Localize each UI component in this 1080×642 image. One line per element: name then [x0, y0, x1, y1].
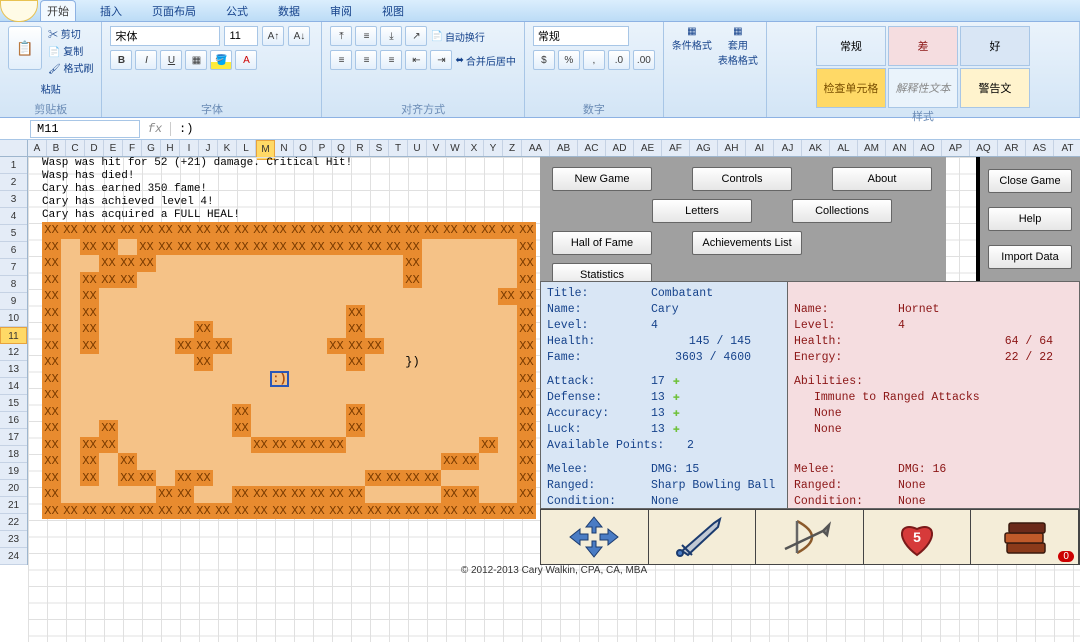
accuracy-plus-icon[interactable]: ✚: [665, 406, 680, 422]
copy-button[interactable]: 📄 复制: [48, 43, 93, 58]
tab-插入[interactable]: 插入: [94, 1, 128, 21]
italic-button[interactable]: I: [135, 50, 157, 70]
hall-of-fame-button[interactable]: Hall of Fame: [552, 231, 652, 255]
group-label: 对齐方式: [401, 101, 445, 115]
group-label: 样式: [912, 108, 934, 122]
fill-color-button[interactable]: 🪣: [210, 50, 232, 70]
style-bad[interactable]: 差: [888, 26, 958, 66]
formula-bar: M11 fx :): [0, 118, 1080, 140]
column-headers[interactable]: ABCDEFGHIJKLMNOPQRSTUVWXYZAAABACADAEAFAG…: [28, 140, 1080, 157]
decimal-inc-button[interactable]: .0: [608, 50, 630, 70]
books-icon[interactable]: 0: [971, 510, 1079, 564]
paste-label: 粘贴: [41, 81, 61, 96]
luck-plus-icon[interactable]: ✚: [665, 422, 680, 438]
align-left-button[interactable]: ≡: [330, 50, 352, 70]
help-button[interactable]: Help: [988, 207, 1072, 231]
books-badge: 0: [1058, 551, 1074, 562]
group-label: 字体: [201, 101, 223, 115]
style-good[interactable]: 好: [960, 26, 1030, 66]
enemy-stats-panel: Name:Hornet Level:4 Health:64 / 64 Energ…: [788, 281, 1080, 509]
align-middle-button[interactable]: ≡: [355, 26, 377, 46]
tab-页面布局[interactable]: 页面布局: [146, 1, 202, 21]
cond-format-button[interactable]: ▦条件格式: [672, 26, 712, 52]
select-all-corner[interactable]: [0, 140, 28, 157]
action-icons-row: 5 0: [540, 509, 1080, 565]
style-normal[interactable]: 常规: [816, 26, 886, 66]
merge-center-button[interactable]: ⬌合并后居中: [455, 50, 515, 70]
close-game-button[interactable]: Close Game: [988, 169, 1072, 193]
bow-icon[interactable]: [756, 510, 864, 564]
font-size-select[interactable]: [224, 26, 258, 46]
group-label: 剪贴板: [34, 101, 67, 115]
underline-button[interactable]: U: [160, 50, 182, 70]
indent-inc-button[interactable]: ⇥: [430, 50, 452, 70]
indent-dec-button[interactable]: ⇤: [405, 50, 427, 70]
tab-数据[interactable]: 数据: [272, 1, 306, 21]
align-bottom-button[interactable]: ⤓: [380, 26, 402, 46]
ribbon: 📋 ✂ 剪切 📄 复制 🖌 格式刷 粘贴 剪贴板 A↑ A↓ B I U ▦ �: [0, 22, 1080, 118]
wrap-text-button[interactable]: 📄自动换行: [430, 26, 484, 46]
name-box[interactable]: M11: [30, 120, 140, 138]
ribbon-tabs: 开始插入页面布局公式数据审阅视图: [0, 0, 1080, 22]
row-headers[interactable]: 123456789101112131415161718192021222324: [0, 157, 28, 565]
comma-button[interactable]: ,: [583, 50, 605, 70]
font-name-select[interactable]: [110, 26, 220, 46]
collections-button[interactable]: Collections: [792, 199, 892, 223]
grow-font-button[interactable]: A↑: [262, 26, 284, 46]
letters-button[interactable]: Letters: [652, 199, 752, 223]
player-stats-panel: Title:Combatant Name:Cary Level:4 Health…: [540, 281, 788, 509]
font-color-button[interactable]: A: [235, 50, 257, 70]
import-data-button[interactable]: Import Data: [988, 245, 1072, 269]
paste-button[interactable]: 📋: [8, 26, 42, 70]
percent-button[interactable]: %: [558, 50, 580, 70]
about-button[interactable]: About: [832, 167, 932, 191]
copyright-text: © 2012-2013 Cary Walkin, CPA, CA, MBA: [28, 565, 1080, 576]
group-label: 数字: [583, 101, 605, 115]
fx-icon[interactable]: fx: [140, 122, 170, 136]
sword-icon[interactable]: [649, 510, 757, 564]
align-center-button[interactable]: ≡: [355, 50, 377, 70]
format-table-button[interactable]: ▦套用 表格格式: [718, 26, 758, 67]
tab-视图[interactable]: 视图: [376, 1, 410, 21]
tab-审阅[interactable]: 审阅: [324, 1, 358, 21]
border-button[interactable]: ▦: [185, 50, 207, 70]
style-check[interactable]: 检查单元格: [816, 68, 886, 108]
decimal-dec-button[interactable]: .00: [633, 50, 655, 70]
format-painter-button[interactable]: 🖌 格式刷: [48, 60, 93, 75]
game-maze[interactable]: XXXXXXXXXXXXXXXXXXXXXXXXXXXXXXXXXXXXXXXX…: [42, 222, 538, 519]
tab-开始[interactable]: 开始: [40, 0, 76, 21]
orientation-button[interactable]: ↗: [405, 26, 427, 46]
align-right-button[interactable]: ≡: [380, 50, 402, 70]
attack-plus-icon[interactable]: ✚: [665, 374, 680, 390]
heart-count-text: 5: [913, 529, 921, 545]
style-explain[interactable]: 解释性文本: [888, 68, 958, 108]
cut-button[interactable]: ✂ 剪切: [48, 26, 93, 41]
align-top-button[interactable]: ⤒: [330, 26, 352, 46]
currency-button[interactable]: $: [533, 50, 555, 70]
new-game-button[interactable]: New Game: [552, 167, 652, 191]
tab-公式[interactable]: 公式: [220, 1, 254, 21]
player-cell[interactable]: :): [270, 371, 289, 388]
formula-input[interactable]: :): [170, 122, 1080, 136]
achievements-button[interactable]: Achievements List: [692, 231, 802, 255]
game-log: Wasp was hit for 52 (+21) damage. Critic…: [42, 157, 538, 222]
bold-button[interactable]: B: [110, 50, 132, 70]
move-icon[interactable]: [541, 510, 649, 564]
game-button-panel-right: Close Game Help Import Data: [976, 157, 1080, 281]
defense-plus-icon[interactable]: ✚: [665, 390, 680, 406]
game-button-panel: New Game Controls About Letters Collecti…: [540, 157, 946, 281]
style-warn[interactable]: 警告文: [960, 68, 1030, 108]
controls-button[interactable]: Controls: [692, 167, 792, 191]
shrink-font-button[interactable]: A↓: [288, 26, 310, 46]
number-format-select[interactable]: [533, 26, 629, 46]
heart-icon[interactable]: 5: [864, 510, 972, 564]
